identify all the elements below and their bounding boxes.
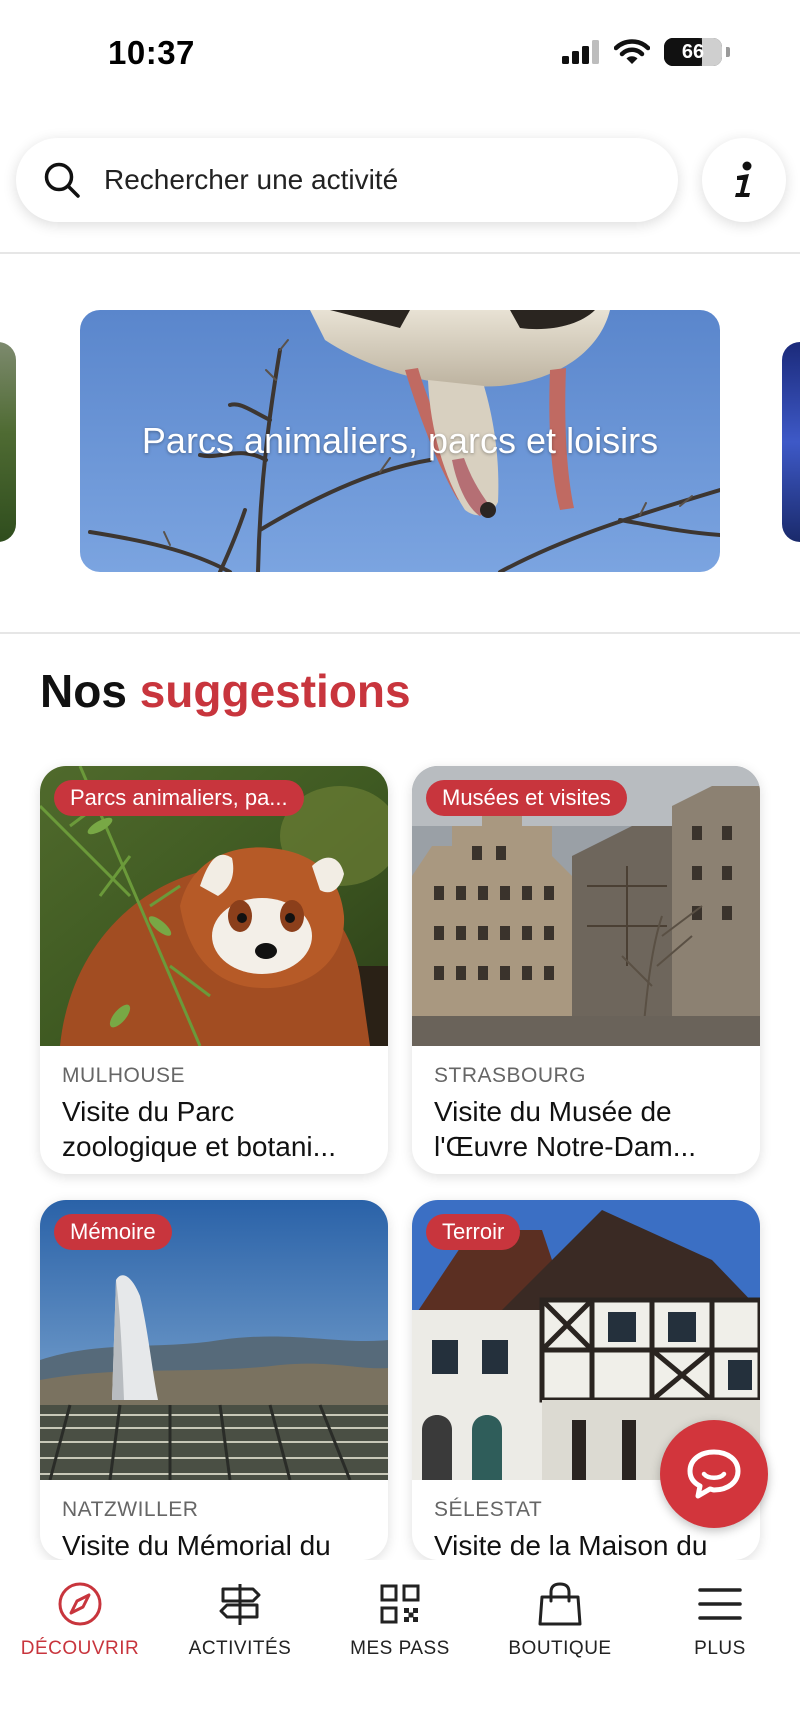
search-input[interactable] (104, 164, 624, 196)
tab-boutique[interactable]: BOUTIQUE (485, 1580, 635, 1660)
tab-label: BOUTIQUE (508, 1638, 612, 1659)
card-body: NATZWILLER Visite du Mémorial du (40, 1480, 388, 1560)
card-title: Visite du Musée de l'Œuvre Notre-Dam... (434, 1096, 697, 1162)
tab-decouvrir[interactable]: DÉCOUVRIR (5, 1580, 155, 1660)
tab-label: ACTIVITÉS (188, 1638, 292, 1659)
category-badge: Parcs animaliers, pa... (54, 780, 304, 816)
section-title-accent: suggestions (139, 665, 411, 717)
section-title-prefix: Nos (40, 665, 127, 717)
search-bar[interactable] (16, 138, 678, 222)
suggestion-card[interactable]: Musées et visites STRASBOURG Visite du M… (412, 766, 760, 1174)
status-time: 10:37 (108, 34, 195, 71)
card-body: STRASBOURG Visite du Musée de l'Œuvre No… (412, 1046, 760, 1174)
card-body: MULHOUSE Visite du Parc zoologique et bo… (40, 1046, 388, 1174)
shopping-bag-icon (538, 1582, 582, 1626)
wifi-icon (614, 39, 650, 64)
tab-label: MES PASS (350, 1638, 450, 1659)
menu-icon (698, 1588, 742, 1620)
bottom-tab-bar: DÉCOUVRIR ACTIVITÉS MES PASS BOUTIQUE PL… (0, 1560, 800, 1734)
qr-code-icon (380, 1584, 420, 1624)
tab-plus[interactable]: PLUS (645, 1580, 795, 1660)
category-badge: Mémoire (54, 1214, 172, 1250)
carousel-slide-next[interactable] (782, 342, 800, 542)
card-city: STRASBOURG (434, 1064, 587, 1087)
battery-cap (726, 47, 730, 57)
divider (0, 632, 800, 634)
card-city: NATZWILLER (62, 1498, 199, 1521)
tab-label: DÉCOUVRIR (20, 1638, 140, 1659)
card-title: Visite du Mémorial du (62, 1530, 331, 1560)
signpost-icon (219, 1584, 261, 1625)
section-title: Nos suggestions (40, 664, 411, 718)
tab-activites[interactable]: ACTIVITÉS (165, 1580, 315, 1660)
battery-level: 66 (681, 40, 705, 63)
category-carousel[interactable]: Parcs animaliers, parcs et loisirs (0, 310, 800, 572)
card-city: MULHOUSE (62, 1064, 186, 1087)
chat-bubble-icon (687, 1449, 741, 1499)
status-icons: 66 (562, 38, 730, 66)
carousel-slide-previous[interactable] (0, 342, 16, 542)
battery-indicator: 66 (664, 38, 722, 66)
status-bar: 10:37 66 (0, 0, 800, 110)
carousel-slide[interactable]: Parcs animaliers, parcs et loisirs (80, 310, 720, 572)
card-title: Visite de la Maison du (434, 1530, 708, 1560)
carousel-slide-title: Parcs animaliers, parcs et loisirs (141, 420, 659, 461)
suggestion-card[interactable]: Mémoire NATZWILLER Visite du Mémorial du (40, 1200, 388, 1560)
tab-mes-pass[interactable]: MES PASS (325, 1580, 475, 1660)
cellular-signal-icon (562, 40, 599, 64)
category-badge: Musées et visites (426, 780, 627, 816)
category-badge: Terroir (426, 1214, 521, 1250)
card-title: Visite du Parc zoologique et botani... (62, 1096, 336, 1162)
search-icon (44, 162, 80, 198)
info-icon (735, 161, 752, 197)
info-button[interactable] (702, 138, 786, 222)
tab-label: PLUS (694, 1638, 746, 1659)
suggestion-card[interactable]: Parcs animaliers, pa... MULHOUSE Visite … (40, 766, 388, 1174)
chat-button[interactable] (660, 1420, 768, 1528)
card-image: Parcs animaliers, pa... (40, 766, 388, 1046)
compass-icon (58, 1582, 102, 1626)
card-image: Musées et visites (412, 766, 760, 1046)
divider (0, 252, 800, 254)
card-image: Mémoire (40, 1200, 388, 1480)
